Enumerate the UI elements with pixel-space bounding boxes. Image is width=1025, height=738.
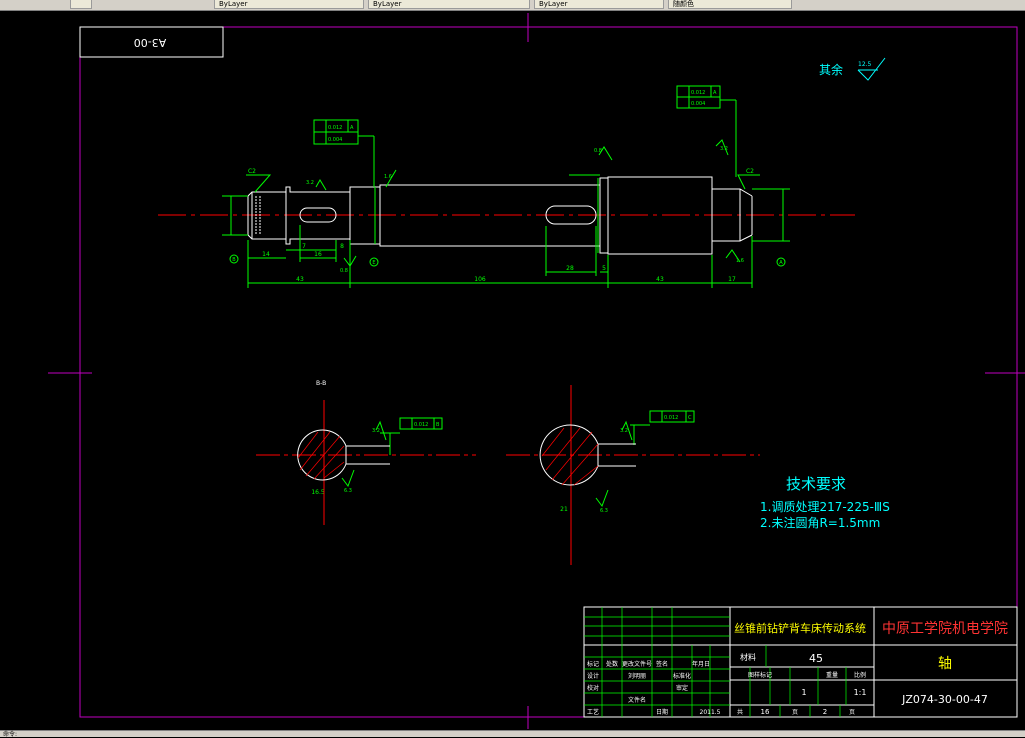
tb-weight: 重量 <box>826 671 838 679</box>
color-value: ByLayer <box>219 0 248 8</box>
tb-material: 45 <box>809 652 823 665</box>
ra-9: 6.3 <box>344 488 352 494</box>
tb-project: 丝锥前钻铲背车床传动系统 <box>734 621 866 635</box>
linetype-value: ByLayer <box>373 0 402 8</box>
tb-drawing-no: JZ074-30-00-47 <box>901 693 988 706</box>
ra-5: 0.8 <box>340 268 348 274</box>
tb-batch: 文件名 <box>628 696 646 704</box>
section-view-right <box>506 385 760 565</box>
tb-check: 校对 <box>587 684 599 692</box>
dim-seg-16: 16 <box>314 251 322 258</box>
tolerance-text: 0.012 A 0.004 0.012 A 0.004 0.012 B 0.01… <box>328 90 717 428</box>
tb-sign: 签名 <box>656 660 668 668</box>
tol-left-cyl: 0.004 <box>328 137 342 143</box>
datum-e: E <box>372 260 375 266</box>
linetype-dropdown[interactable]: ByLayer <box>368 0 530 9</box>
command-line[interactable]: 命令: <box>0 730 1025 738</box>
tol-left-datum: A <box>350 125 354 131</box>
tb-total: 共 <box>737 708 743 716</box>
tb-scale: 1:1 <box>854 688 867 697</box>
dim-section-left: 16.5 <box>311 489 325 496</box>
datum-b: B <box>232 257 236 263</box>
tb-school: 中原工学院机电学院 <box>882 621 1008 637</box>
ra-10: 6.3 <box>600 508 608 514</box>
tolerance-frames <box>313 85 721 430</box>
sheet-border <box>79 26 1018 718</box>
dim-seg-8: 8 <box>340 243 344 250</box>
dim-overall-mid: 106 <box>474 276 486 283</box>
tech-item-1: 1.调质处理217-225-ⅢS <box>760 500 890 514</box>
color-dropdown[interactable]: ByLayer <box>214 0 364 9</box>
tol-right-cyl: 0.004 <box>691 101 705 107</box>
tol-left-runout: 0.012 <box>328 125 342 131</box>
dim-keyway-28: 28 <box>566 265 574 272</box>
center-marks <box>48 13 1025 729</box>
chamfer-left: C2 <box>248 168 256 175</box>
dim-overall-left: 43 <box>296 276 304 283</box>
tb-sheet-unit: 页 <box>792 709 798 716</box>
surface-note: 其余 <box>819 62 843 77</box>
tb-material-label: 材料 <box>740 652 756 662</box>
datum-a: A <box>779 260 783 266</box>
tb-date-hdr: 年月日 <box>692 660 710 668</box>
chamfer-right: C2 <box>746 168 754 175</box>
tb-sheets-total: 16 <box>761 708 770 716</box>
dim-seg-14: 14 <box>262 251 270 258</box>
drawing-canvas[interactable]: A3-00 其余 12.5 43 106 43 17 14 16 7 8 28 … <box>0 11 1025 730</box>
tb-scale-label: 比例 <box>854 671 866 679</box>
tech-item-2: 2.未注圆角R=1.5mm <box>760 515 880 530</box>
tb-approve: 日期 <box>656 708 668 716</box>
tb-part-name: 轴 <box>938 656 952 672</box>
layer-icon[interactable] <box>70 0 92 9</box>
tb-mark: 标记 <box>587 660 599 668</box>
roughness-values: 3.2 1.6 0.8 3.2 0.8 1.6 3.2 3.2 6.3 6.3 <box>306 146 744 514</box>
lineweight-value: ByLayer <box>539 0 568 8</box>
roughness-value: 12.5 <box>858 61 872 68</box>
tb-date: 2011.5 <box>700 709 721 716</box>
plotstyle-value: 随颜色 <box>673 0 694 8</box>
ra-8: 3.2 <box>620 428 628 434</box>
tb-designer: 刘明丽 <box>628 672 646 680</box>
dimension-lines <box>222 99 790 455</box>
tb-sheet-no: 2 <box>823 708 827 716</box>
ra-7: 3.2 <box>372 428 380 434</box>
tb-design: 设计 <box>587 672 599 680</box>
tb-standard: 标准化 <box>673 672 691 680</box>
tb-quantity: 1 <box>801 688 806 697</box>
ra-4: 3.2 <box>720 146 728 152</box>
tb-count: 处数 <box>606 660 618 668</box>
toolbar-strip: ByLayer ByLayer ByLayer 随颜色 <box>0 0 1025 11</box>
tol-right-runout: 0.012 <box>691 90 705 96</box>
tol-sym-left-datum: B <box>436 422 440 428</box>
dim-section-right: 21 <box>560 506 568 513</box>
sheet-code: A3-00 <box>134 36 167 49</box>
section-view-left <box>256 400 476 525</box>
dim-overall-right: 43 <box>656 276 664 283</box>
ra-1: 3.2 <box>306 180 314 186</box>
tb-page-unit: 页 <box>849 709 855 716</box>
tb-review: 审定 <box>676 684 688 692</box>
dim-seg-5: 5 <box>602 265 606 272</box>
ra-6: 1.6 <box>736 258 744 264</box>
dim-seg-7: 7 <box>302 243 306 250</box>
lineweight-dropdown[interactable]: ByLayer <box>534 0 664 9</box>
dim-end-right: 17 <box>728 276 736 283</box>
section-label: B-B <box>316 380 326 387</box>
ra-2: 1.6 <box>384 174 392 180</box>
tb-change-doc: 更改文件号 <box>622 660 652 668</box>
tol-sym-right-datum: C <box>688 415 692 421</box>
tb-stage-mark: 图样标记 <box>748 671 772 679</box>
tb-process: 工艺 <box>587 708 599 716</box>
tol-sym-left: 0.012 <box>414 422 428 428</box>
plotstyle-dropdown[interactable]: 随颜色 <box>668 0 792 9</box>
tech-title: 技术要求 <box>786 475 846 493</box>
tol-right-datum: A <box>713 90 717 96</box>
ra-3: 0.8 <box>594 148 602 154</box>
cad-drawing: A3-00 其余 12.5 43 106 43 17 14 16 7 8 28 … <box>48 13 1025 729</box>
tol-sym-right: 0.012 <box>664 415 678 421</box>
